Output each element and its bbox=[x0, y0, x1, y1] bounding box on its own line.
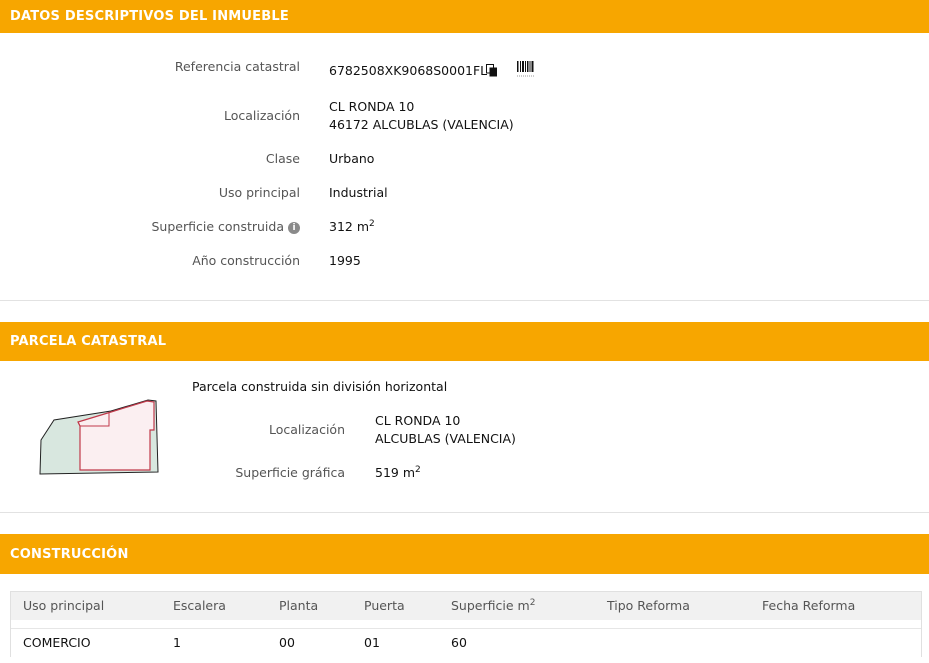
cell-puerta: 01 bbox=[364, 635, 380, 650]
parcela-title: Parcela construida sin división horizont… bbox=[192, 379, 448, 394]
superficie-grafica-label: Superficie gráfica bbox=[235, 465, 345, 480]
col-fecha-reforma: Fecha Reforma bbox=[762, 598, 856, 613]
superficie-construida-exp: 2 bbox=[369, 219, 375, 229]
localizacion-line1: CL RONDA 10 bbox=[329, 99, 415, 114]
col-tipo-reforma: Tipo Reforma bbox=[607, 598, 690, 613]
anio-construccion-label: Año construcción bbox=[192, 253, 300, 268]
clase-label: Clase bbox=[265, 151, 300, 166]
construccion-section-header: CONSTRUCCIÓN bbox=[0, 534, 929, 574]
superficie-construida-value: 312 m2 bbox=[329, 219, 375, 234]
superficie-grafica-number: 519 m bbox=[375, 465, 416, 481]
copy-icon[interactable] bbox=[486, 64, 498, 80]
clase-value: Urbano bbox=[329, 151, 375, 166]
ref-catastral-value[interactable]: 6782508XK9068S0001FL bbox=[329, 63, 487, 78]
superficie-grafica-exp: 2 bbox=[415, 465, 421, 475]
anio-construccion-value: 1995 bbox=[329, 253, 361, 268]
col-uso-principal: Uso principal bbox=[23, 598, 105, 613]
parcela-localizacion-line2: ALCUBLAS (VALENCIA) bbox=[375, 431, 516, 446]
superficie-construida-number: 312 m bbox=[329, 219, 370, 235]
col-escalera: Escalera bbox=[173, 598, 226, 613]
table-row: COMERCIO 1 00 01 60 bbox=[11, 628, 921, 657]
ref-catastral-label: Referencia catastral bbox=[174, 59, 300, 74]
info-icon[interactable]: i bbox=[288, 221, 300, 234]
parcela-map-thumbnail[interactable] bbox=[36, 396, 164, 476]
cell-superficie: 60 bbox=[451, 635, 467, 650]
localizacion-label: Localización bbox=[223, 108, 300, 123]
uso-principal-value: Industrial bbox=[329, 185, 388, 200]
superficie-construida-label: Superficie construida i bbox=[151, 219, 300, 234]
col-superficie-exp: 2 bbox=[529, 598, 536, 608]
col-superficie-text: Superficie m bbox=[451, 598, 530, 614]
cell-uso-principal: COMERCIO bbox=[23, 635, 91, 650]
cell-planta: 00 bbox=[279, 635, 295, 650]
col-superficie: Superficie m2 bbox=[451, 598, 535, 613]
col-planta: Planta bbox=[279, 598, 319, 613]
inmueble-divider bbox=[0, 300, 929, 301]
superficie-grafica-value: 519 m2 bbox=[375, 465, 421, 480]
parcela-localizacion-label: Localización bbox=[268, 422, 345, 437]
parcela-localizacion-line1: CL RONDA 10 bbox=[375, 413, 461, 428]
parcela-divider bbox=[0, 512, 929, 513]
inmueble-section-header: DATOS DESCRIPTIVOS DEL INMUEBLE bbox=[0, 0, 929, 33]
construccion-table-header: Uso principal Escalera Planta Puerta Sup… bbox=[11, 592, 921, 620]
col-puerta: Puerta bbox=[364, 598, 405, 613]
barcode-icon[interactable] bbox=[517, 61, 535, 80]
inmueble-header-title: DATOS DESCRIPTIVOS DEL INMUEBLE bbox=[10, 9, 289, 24]
superficie-construida-text: Superficie construida bbox=[151, 219, 285, 234]
uso-principal-label: Uso principal bbox=[218, 185, 300, 200]
construccion-table: Uso principal Escalera Planta Puerta Sup… bbox=[10, 591, 922, 657]
construccion-header-title: CONSTRUCCIÓN bbox=[10, 546, 129, 562]
parcela-section-header: PARCELA CATASTRAL bbox=[0, 322, 929, 361]
localizacion-line2: 46172 ALCUBLAS (VALENCIA) bbox=[329, 117, 514, 132]
parcela-header-title: PARCELA CATASTRAL bbox=[10, 334, 167, 349]
cell-escalera: 1 bbox=[173, 635, 181, 650]
